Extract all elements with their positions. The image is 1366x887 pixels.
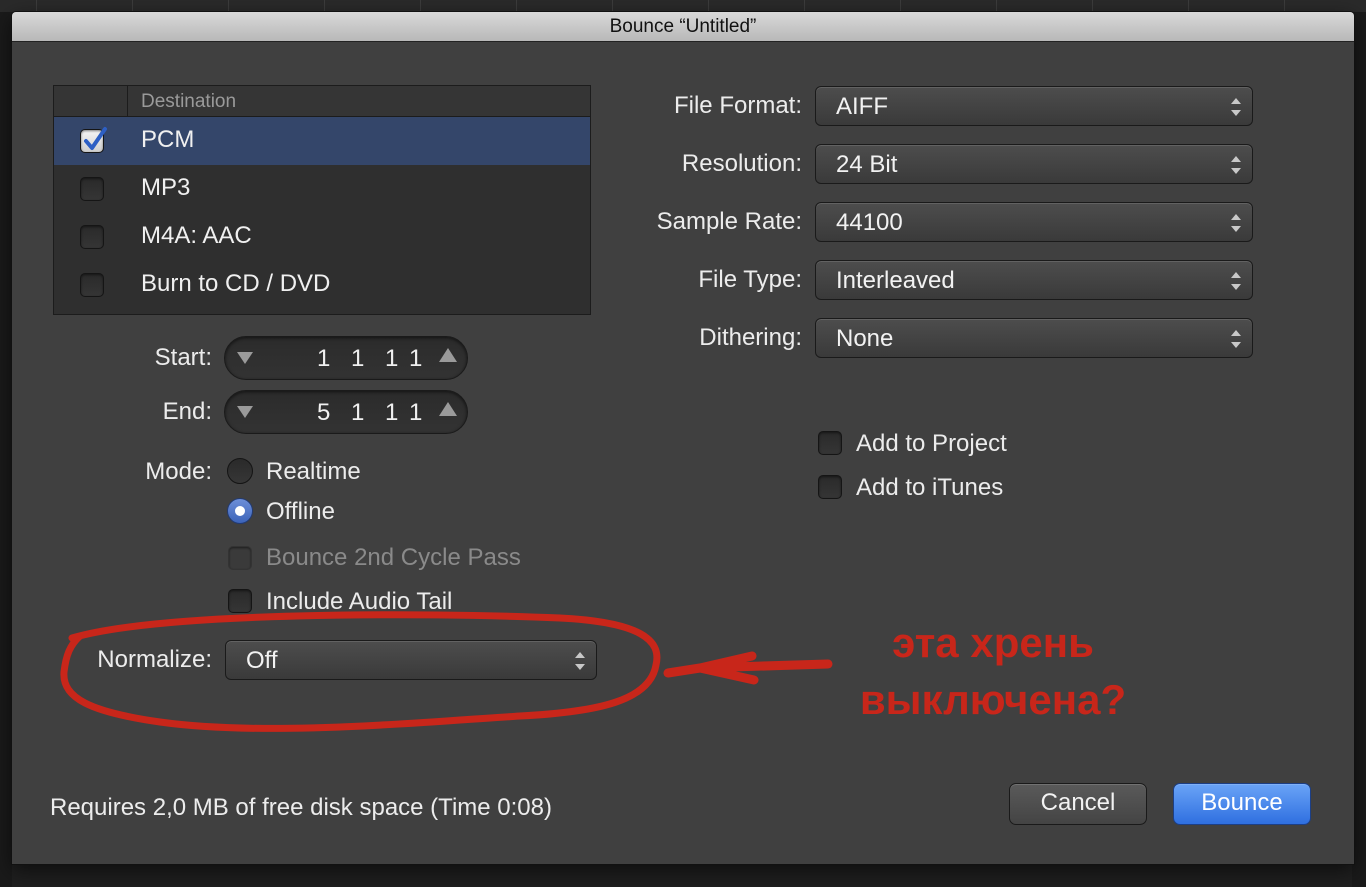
annotation-overlay [60, 611, 833, 732]
annotation-line-1: эта хрень [892, 619, 1094, 666]
annotation-line-2: выключена? [859, 676, 1127, 723]
annotation-arrow [663, 651, 833, 685]
annotation-circle [60, 611, 661, 732]
annotation-text: эта хрень выключена? [843, 614, 1143, 728]
